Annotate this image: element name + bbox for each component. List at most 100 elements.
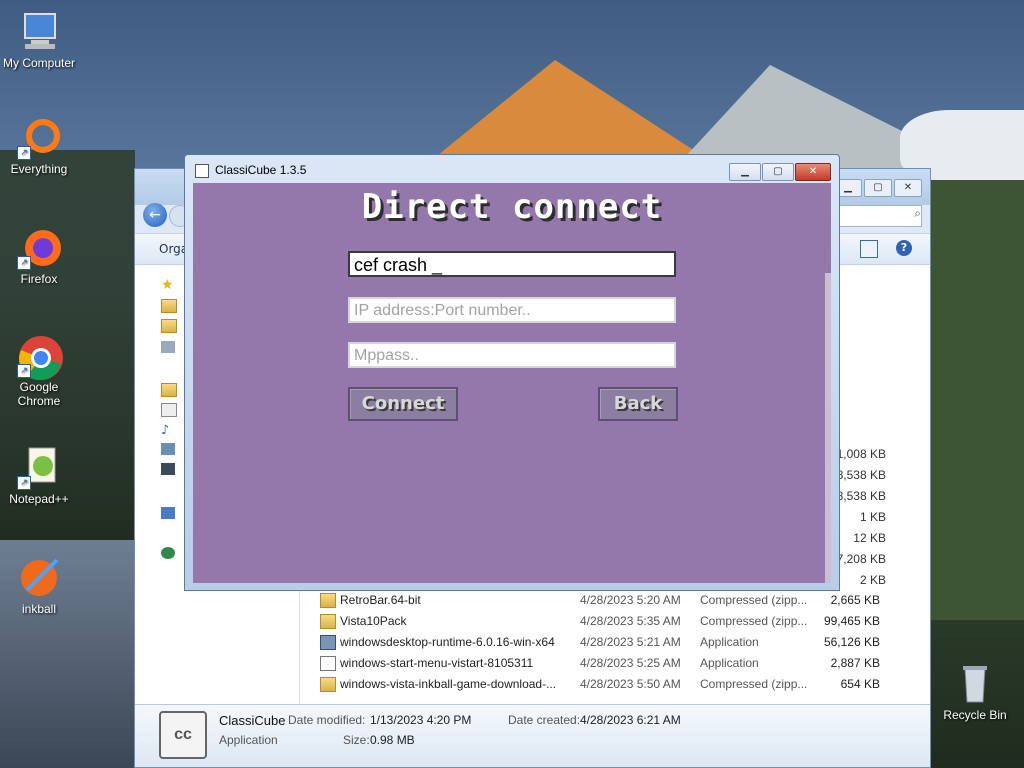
table-row[interactable]: windows-vista-inkball-game-download-... … bbox=[320, 674, 880, 694]
search-input[interactable]: ⌕ bbox=[830, 205, 922, 227]
nav-buttons: ← bbox=[143, 203, 191, 229]
computer-icon bbox=[17, 10, 61, 54]
ip-port-input[interactable]: IP address:Port number.. bbox=[348, 297, 676, 323]
desktop-icon-label: My Computer bbox=[2, 56, 76, 70]
file-date: 4/28/2023 5:20 AM bbox=[580, 593, 681, 607]
network-globe-icon[interactable] bbox=[161, 547, 175, 559]
desktop-icon-label: Recycle Bin bbox=[943, 708, 1007, 722]
file-date: 4/28/2023 5:21 AM bbox=[580, 635, 681, 649]
file-name: windows-vista-inkball-game-download-... bbox=[340, 677, 557, 691]
network-icon[interactable] bbox=[161, 341, 175, 353]
username-input[interactable]: cef crash _ bbox=[348, 251, 676, 277]
libraries-icon[interactable] bbox=[161, 383, 177, 397]
file-size: 2,665 KB bbox=[830, 593, 880, 607]
installer-icon bbox=[320, 635, 336, 650]
minimize-button[interactable]: ▁ bbox=[729, 163, 761, 181]
pictures-icon[interactable] bbox=[161, 443, 175, 455]
desktop-icon-recycle-bin[interactable]: Recycle Bin bbox=[936, 662, 1014, 722]
file-size: 99,465 KB bbox=[823, 614, 880, 628]
file-date: 4/28/2023 5:50 AM bbox=[580, 677, 681, 691]
maximize-button[interactable]: ▢ bbox=[864, 179, 892, 197]
page-title: Direct connect bbox=[361, 187, 663, 227]
back-button[interactable]: Back bbox=[598, 387, 678, 421]
file-size-cell: 12 KB bbox=[853, 531, 886, 545]
connect-button[interactable]: Connect bbox=[348, 387, 458, 421]
classicube-window[interactable]: ClassiCube 1.3.5 ▁ ▢ ✕ Direct connect ce… bbox=[184, 154, 840, 591]
scrollbar[interactable] bbox=[825, 273, 831, 583]
preview-pane-icon[interactable] bbox=[860, 240, 878, 258]
classicube-file-icon: cc bbox=[159, 711, 207, 759]
desktop-icon-my-computer[interactable]: My Computer bbox=[0, 10, 78, 70]
file-size-cell: 8,538 KB bbox=[836, 468, 886, 482]
details-date-modified: 1/13/2023 4:20 PM bbox=[370, 713, 472, 727]
table-row[interactable]: RetroBar.64-bit 4/28/2023 5:20 AM Compre… bbox=[320, 590, 880, 610]
notepadpp-icon: ↗ bbox=[17, 446, 61, 490]
desktop-icon-label: Firefox bbox=[20, 272, 58, 286]
file-size-cell: 1 KB bbox=[859, 510, 886, 524]
desktop-icon-chrome[interactable]: ↗ Google Chrome bbox=[0, 334, 78, 408]
file-date: 4/28/2023 5:25 AM bbox=[580, 656, 681, 670]
file-size-cell: 8,538 KB bbox=[836, 489, 886, 503]
folder-icon[interactable] bbox=[161, 319, 177, 333]
desktop-icon-label: inkball bbox=[21, 602, 57, 616]
desktop-icon-label: Google Chrome bbox=[17, 380, 61, 408]
details-file-type: Application bbox=[219, 733, 278, 747]
classicube-app-icon bbox=[195, 164, 209, 178]
back-arrow-icon[interactable]: ← bbox=[143, 203, 167, 227]
chrome-icon: ↗ bbox=[17, 334, 63, 381]
details-date-modified-label: Date modified: bbox=[288, 713, 366, 727]
file-type: Compressed (zipp... bbox=[700, 677, 808, 691]
zip-folder-icon bbox=[320, 614, 336, 629]
file-size-cell: 2 KB bbox=[859, 573, 886, 587]
file-size: 654 KB bbox=[840, 677, 880, 691]
table-row[interactable]: windowsdesktop-runtime-6.0.16-win-x64 4/… bbox=[320, 632, 880, 652]
desktop-icon-notepadpp[interactable]: ↗ Notepad++ bbox=[0, 446, 78, 506]
maximize-button[interactable]: ▢ bbox=[762, 163, 794, 181]
shortcut-arrow-icon: ↗ bbox=[17, 364, 31, 378]
file-type: Application bbox=[700, 656, 759, 670]
music-icon[interactable]: ♪ bbox=[161, 423, 175, 438]
help-icon[interactable]: ? bbox=[896, 240, 912, 256]
inkball-icon bbox=[17, 556, 61, 600]
table-row[interactable]: Vista10Pack 4/28/2023 5:35 AM Compressed… bbox=[320, 611, 880, 631]
hillside bbox=[920, 180, 1024, 620]
details-date-created-label: Date created: bbox=[508, 713, 581, 727]
favorites-star-icon[interactable]: ★ bbox=[161, 277, 175, 293]
game-canvas[interactable]: Direct connect cef crash _ IP address:Po… bbox=[193, 183, 831, 583]
desktop-icon-inkball[interactable]: inkball bbox=[0, 556, 78, 616]
file-name: windows-start-menu-vistart-8105311 bbox=[340, 656, 534, 670]
window-title: ClassiCube 1.3.5 bbox=[215, 163, 307, 177]
desktop-icon-everything[interactable]: ↗ Everything bbox=[0, 116, 78, 176]
close-button[interactable]: ✕ bbox=[795, 163, 831, 181]
file-size: 2,887 KB bbox=[830, 656, 880, 670]
window-controls: ▁ ▢ ✕ bbox=[729, 163, 831, 181]
folder-icon[interactable] bbox=[161, 299, 177, 313]
file-date: 4/28/2023 5:35 AM bbox=[580, 614, 681, 628]
file-size: 56,126 KB bbox=[823, 635, 880, 649]
mppass-input[interactable]: Mppass.. bbox=[348, 342, 676, 368]
details-size: 0.98 MB bbox=[370, 733, 415, 747]
firefox-icon: ↗ bbox=[17, 226, 61, 270]
explorer-window-controls: ▁ ▢ ✕ bbox=[834, 179, 922, 197]
close-button[interactable]: ✕ bbox=[894, 179, 922, 197]
videos-icon[interactable] bbox=[161, 463, 175, 475]
file-type: Application bbox=[700, 635, 759, 649]
recycle-bin-icon bbox=[953, 662, 997, 706]
computer-icon[interactable] bbox=[161, 507, 175, 519]
desktop-icon-label: Everything bbox=[10, 162, 68, 176]
shortcut-arrow-icon: ↗ bbox=[17, 476, 31, 490]
classicube-titlebar[interactable]: ClassiCube 1.3.5 ▁ ▢ ✕ bbox=[185, 155, 839, 183]
everything-search-icon: ↗ bbox=[17, 116, 61, 160]
table-row[interactable]: windows-start-menu-vistart-8105311 4/28/… bbox=[320, 653, 880, 673]
zip-folder-icon bbox=[320, 593, 336, 608]
zip-folder-icon bbox=[320, 677, 336, 692]
desktop-icon-firefox[interactable]: ↗ Firefox bbox=[0, 226, 78, 286]
details-file-name: ClassiCube bbox=[219, 713, 286, 728]
details-pane: cc ClassiCube Application Date modified:… bbox=[135, 704, 930, 767]
file-size-cell: 1,008 KB bbox=[836, 447, 886, 461]
shortcut-arrow-icon: ↗ bbox=[17, 146, 31, 160]
documents-icon[interactable] bbox=[161, 403, 177, 417]
desktop-icon-label: Notepad++ bbox=[9, 492, 69, 506]
file-name: windowsdesktop-runtime-6.0.16-win-x64 bbox=[340, 635, 555, 649]
search-icon: ⌕ bbox=[914, 206, 921, 220]
